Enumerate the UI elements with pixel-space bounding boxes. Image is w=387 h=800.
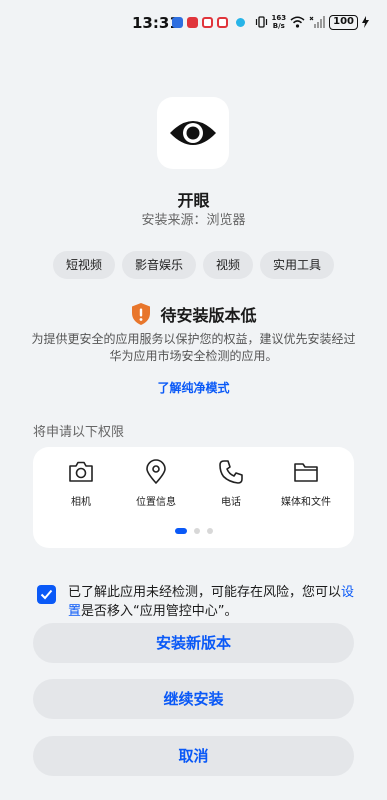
category-tag: 视频 xyxy=(203,251,254,279)
page-indicator xyxy=(33,528,354,534)
page-dot-active xyxy=(174,528,187,534)
warning-title: 待安装版本低 xyxy=(160,306,257,325)
checkmark-icon xyxy=(40,589,53,600)
wifi-icon xyxy=(290,16,305,28)
phone-icon xyxy=(219,460,243,484)
vibrate-icon xyxy=(255,16,267,28)
camera-icon xyxy=(69,461,93,482)
install-source: 安装来源：浏览器 xyxy=(141,213,246,228)
permissions-heading: 将申请以下权限 xyxy=(33,425,125,440)
battery-level: 100 xyxy=(329,14,358,30)
category-tag: 短视频 xyxy=(52,251,115,279)
warning-header: 待安装版本低 xyxy=(0,302,387,326)
consent-checkbox[interactable] xyxy=(37,585,56,604)
shield-warning-icon xyxy=(132,303,151,325)
learn-pure-mode-link[interactable]: 了解纯净模式 xyxy=(0,379,387,396)
permissions-card[interactable]: 相机 位置信息 电话 媒体和文件 xyxy=(33,447,354,548)
network-speed: 163 B/s xyxy=(271,14,287,30)
permission-label: 位置信息 xyxy=(136,497,176,508)
page-dot xyxy=(193,528,200,534)
folder-icon xyxy=(294,463,318,482)
signal-icon xyxy=(309,16,326,28)
eye-icon xyxy=(170,121,216,145)
page-dot xyxy=(206,528,213,534)
app-icon xyxy=(157,97,229,169)
status-bar: 13:31 163 B/s 100 xyxy=(0,0,387,44)
notification-app-icon xyxy=(172,17,183,28)
notification-app-icon xyxy=(217,17,228,28)
install-new-version-button[interactable]: 安装新版本 xyxy=(33,623,354,663)
category-tags: 短视频 影音娱乐 视频 实用工具 xyxy=(0,251,387,279)
cancel-button[interactable]: 取消 xyxy=(33,736,354,776)
charging-icon xyxy=(362,16,369,28)
permission-label: 相机 xyxy=(71,497,91,508)
consent-text: 已了解此应用未经检测，可能存在风险，您可以设置是否移入“应用管控中心”。 xyxy=(68,585,355,619)
status-indicators: 163 B/s 100 xyxy=(255,14,369,30)
app-name: 开眼 xyxy=(177,191,210,210)
location-icon xyxy=(146,459,166,484)
notification-app-icon xyxy=(187,17,198,28)
permission-label: 媒体和文件 xyxy=(281,497,331,508)
warning-description: 为提供更安全的应用服务以保护您的权益，建议优先安装经过华为应用市场安全检测的应用… xyxy=(31,332,356,363)
notification-dot-icon xyxy=(236,18,245,27)
notification-app-icon xyxy=(202,17,213,28)
permission-location: 位置信息 xyxy=(116,459,196,508)
permission-media-files: 媒体和文件 xyxy=(266,459,346,508)
permission-camera: 相机 xyxy=(41,459,121,508)
category-tag: 实用工具 xyxy=(260,251,335,279)
permission-label: 电话 xyxy=(221,497,241,508)
risk-consent: 已了解此应用未经检测，可能存在风险，您可以设置是否移入“应用管控中心”。 xyxy=(37,583,357,621)
category-tag: 影音娱乐 xyxy=(121,251,196,279)
permission-phone: 电话 xyxy=(191,459,271,508)
continue-install-button[interactable]: 继续安装 xyxy=(33,679,354,719)
